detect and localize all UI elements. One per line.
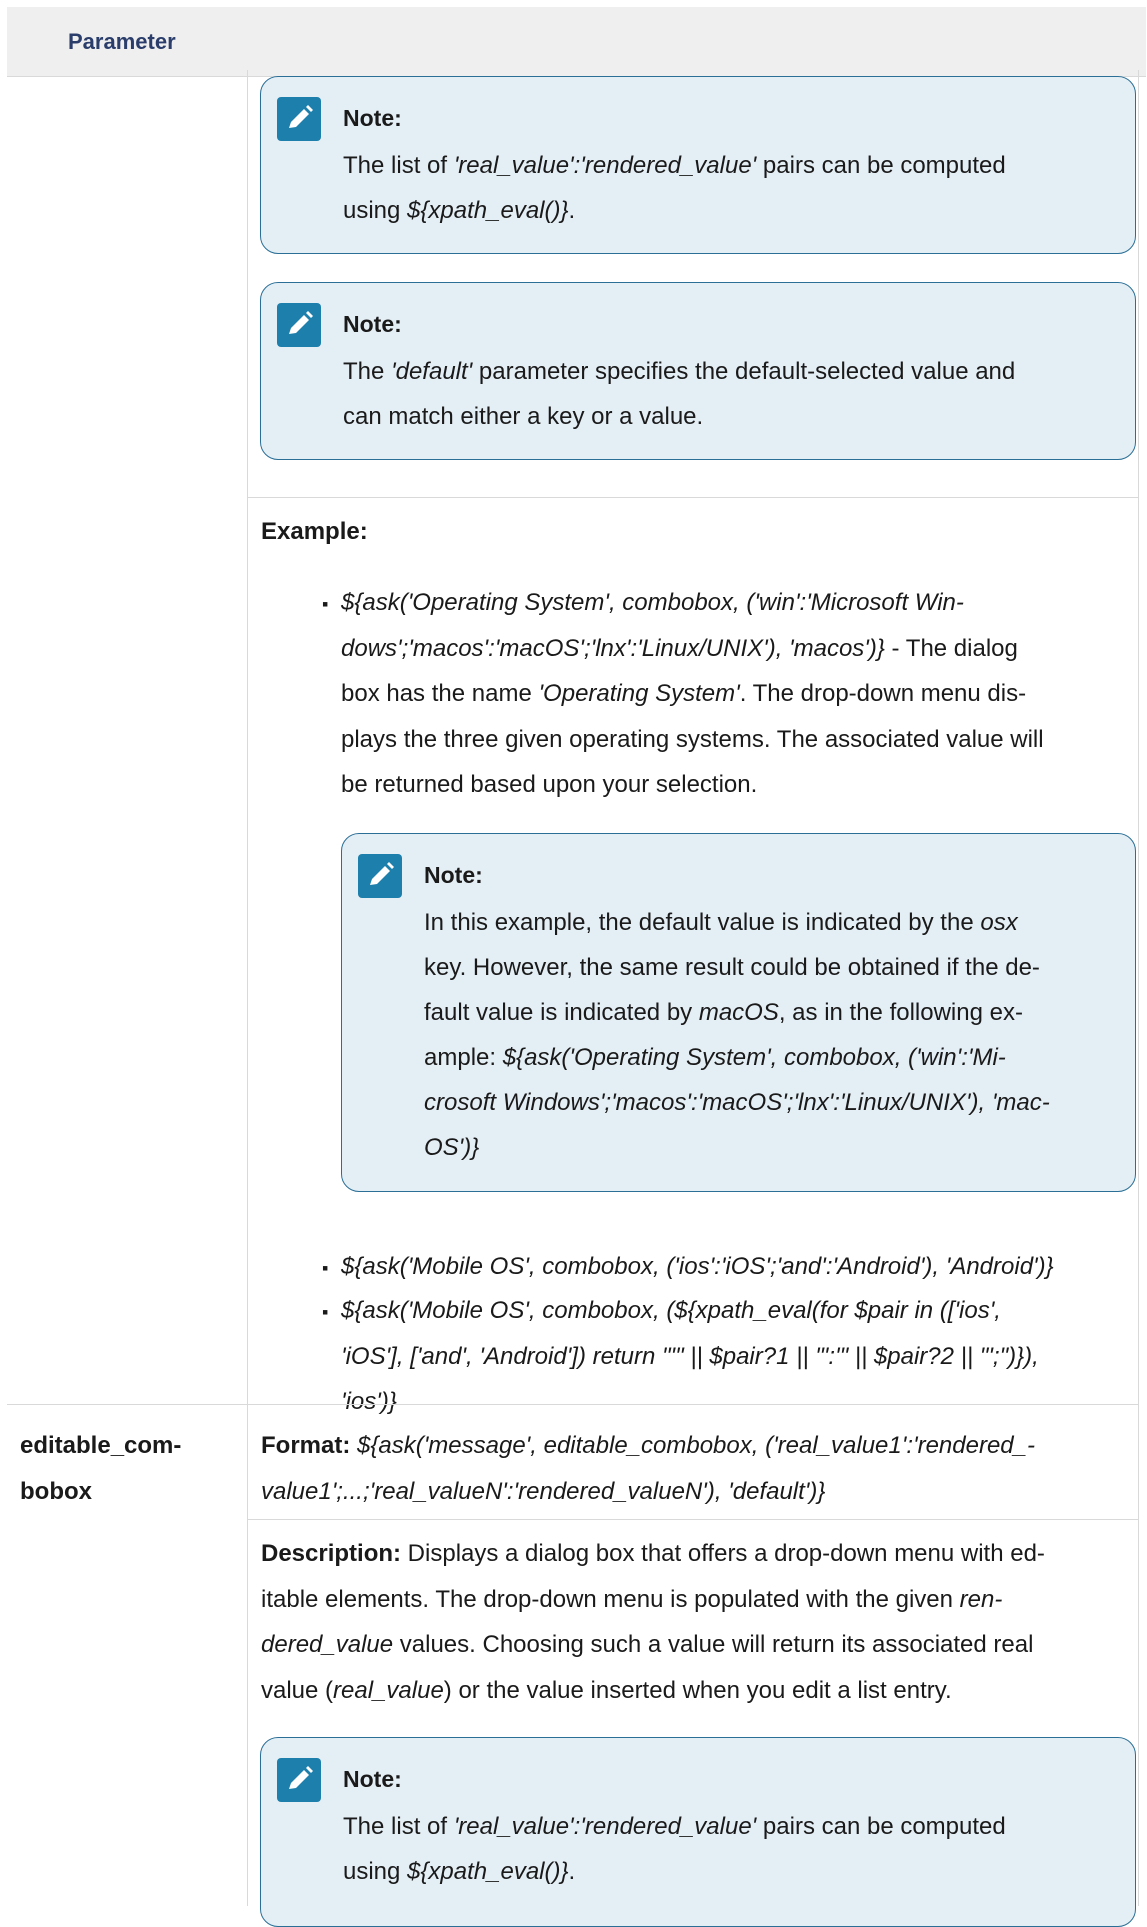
row-divider — [7, 1404, 1138, 1405]
note-body: The list of 'real_value':'rendered_value… — [343, 152, 1006, 224]
bullet: ▪ — [322, 1258, 329, 1278]
example-item: ${ask('Operating System', combobox, ('wi… — [341, 589, 1044, 798]
pencil-icon — [277, 97, 321, 141]
note-body: In this example, the default value is in… — [424, 909, 1050, 1161]
bullet: ▪ — [322, 1302, 329, 1322]
note-box: Note: The list of 'real_value':'rendered… — [260, 76, 1136, 254]
pencil-icon — [277, 1758, 321, 1802]
note-body: The 'default' parameter specifies the de… — [343, 358, 1016, 430]
parameter-name: editable_com-bobox — [20, 1432, 182, 1505]
header-parameter: Parameter — [68, 28, 176, 54]
note-body: The list of 'real_value':'rendered_value… — [343, 1813, 1006, 1885]
table-header: Parameter — [7, 7, 1146, 77]
example-item: ${ask('Mobile OS', combobox, ('ios':'iOS… — [341, 1253, 1054, 1280]
pencil-icon — [358, 854, 402, 898]
note-title: Note: — [343, 1766, 402, 1792]
description-text: Description: Displays a dialog box that … — [261, 1540, 1045, 1704]
note-title: Note: — [343, 311, 402, 337]
note-box: Note: The list of 'real_value':'rendered… — [260, 1737, 1136, 1927]
row-divider — [248, 1519, 1138, 1520]
pencil-icon — [277, 303, 321, 347]
document-page: Parameter Note: The list of 'real_value'… — [0, 0, 1147, 1927]
note-title: Note: — [424, 862, 483, 888]
column-divider — [247, 70, 248, 1906]
note-box: Note: The 'default' parameter specifies … — [260, 282, 1136, 460]
row-divider — [248, 497, 1138, 498]
format-text: Format: ${ask('message', editable_combob… — [261, 1432, 1035, 1505]
note-title: Note: — [343, 105, 402, 131]
parameter-table: Parameter — [7, 7, 1146, 77]
table-right-border — [1138, 70, 1139, 1906]
example-label: Example: — [261, 518, 368, 545]
bullet: ▪ — [322, 594, 329, 614]
note-box: Note: In this example, the default value… — [341, 833, 1136, 1192]
